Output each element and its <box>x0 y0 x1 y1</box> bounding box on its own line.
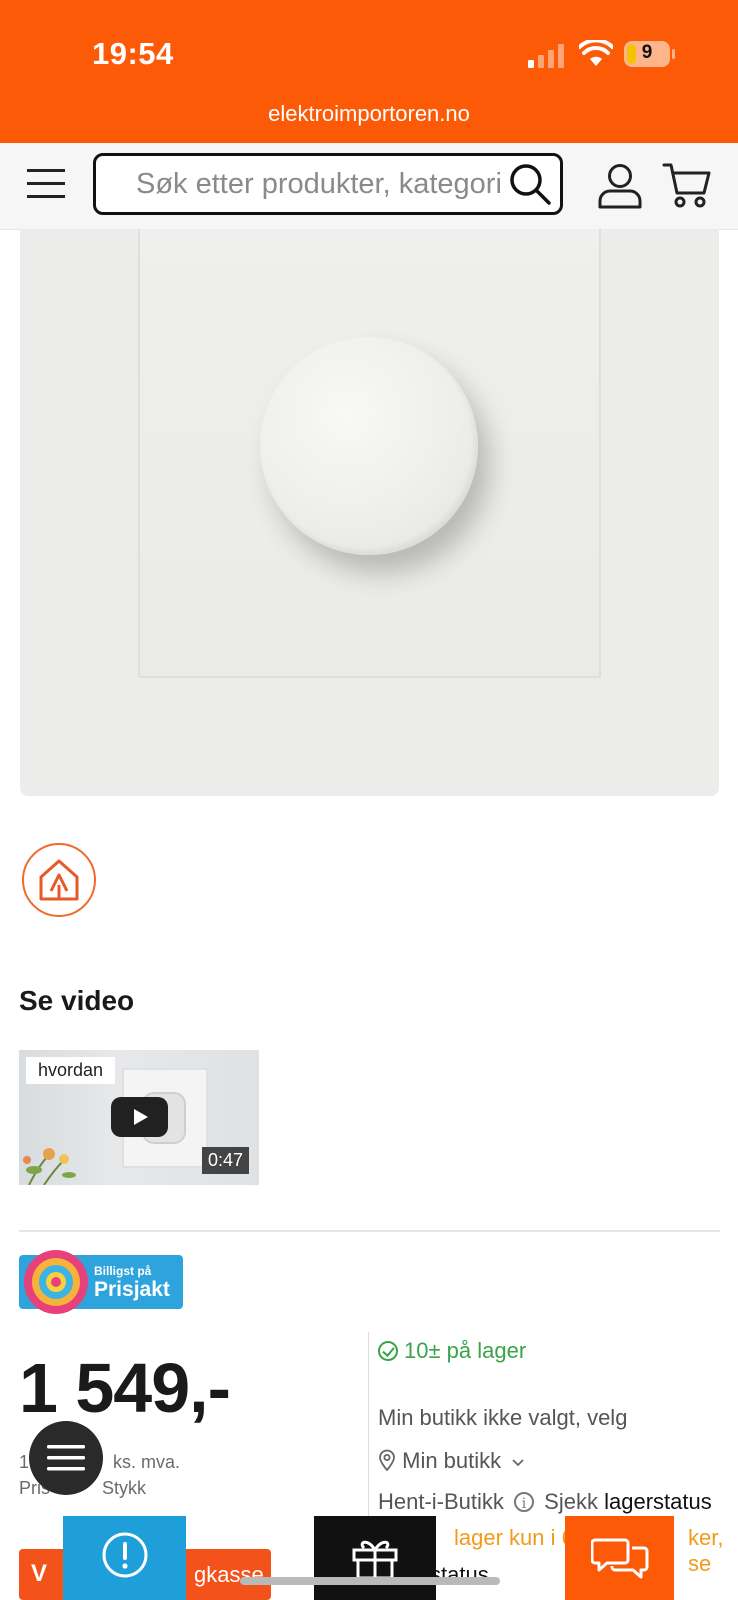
product-price: 1 549,- <box>19 1349 231 1427</box>
section-divider <box>19 1230 720 1232</box>
vat-text: ks. mva. <box>113 1452 181 1472</box>
my-store-selector[interactable]: Min butikk <box>378 1448 525 1474</box>
floating-menu-button[interactable] <box>29 1421 103 1495</box>
hamburger-icon <box>47 1445 85 1471</box>
site-header <box>0 143 738 230</box>
store-not-selected-text: Min butikk ikke valgt, velg <box>378 1405 628 1430</box>
wifi-icon <box>579 40 613 66</box>
hamburger-menu-icon[interactable] <box>27 167 65 201</box>
info-icon[interactable]: i <box>514 1492 535 1512</box>
shopping-cart-icon[interactable] <box>662 161 712 209</box>
status-time: 19:54 <box>92 36 174 71</box>
status-bar: 19:54 9 elektroimportoren.no <box>0 0 738 143</box>
chat-bubbles-icon <box>591 1538 649 1579</box>
cart-button-label-left: V <box>31 1560 48 1587</box>
chevron-down-icon <box>512 1459 524 1467</box>
prisjakt-small-text: Billigst på <box>94 1264 152 1278</box>
notice-tab-button[interactable] <box>63 1516 186 1600</box>
stock-status: 10± på lager <box>378 1338 526 1364</box>
check-label: Sjekk <box>544 1489 598 1514</box>
location-pin-icon <box>379 1449 395 1472</box>
smart-home-badge-icon[interactable] <box>22 843 96 917</box>
stock-status-link[interactable]: lagerstatus <box>604 1489 712 1514</box>
stock-status-text: 10± på lager <box>404 1338 527 1363</box>
battery-level: 9 <box>641 42 653 63</box>
unit-text: Stykk <box>102 1478 147 1498</box>
video-duration: 0:47 <box>202 1147 250 1174</box>
exclamation-circle-icon <box>102 1532 148 1578</box>
play-icon[interactable] <box>111 1097 168 1137</box>
video-thumbnail[interactable]: hvordan 0:47 <box>19 1050 259 1185</box>
pickup-in-store-row: Hent-i-Butikk i Sjekk lagerstatus <box>378 1489 712 1515</box>
limited-stock-text: lager kun i 6 <box>454 1525 574 1550</box>
flowers-decoration <box>23 1148 76 1185</box>
video-title-label: hvordan <box>26 1057 116 1084</box>
my-store-label: Min butikk <box>402 1448 502 1473</box>
search-input[interactable] <box>96 156 506 212</box>
prisjakt-logo-icon <box>24 1250 88 1314</box>
vat-leading: 1 <box>19 1452 30 1472</box>
product-image[interactable] <box>20 229 719 796</box>
cellular-signal-icon <box>528 44 564 68</box>
prisjakt-big-text: Prisjakt <box>94 1278 170 1301</box>
gift-tab-button[interactable] <box>314 1516 436 1600</box>
check-circle-icon <box>378 1341 398 1361</box>
search-box <box>93 153 563 215</box>
limited-stock-text-tail: ker, se <box>688 1525 724 1576</box>
gift-icon <box>352 1540 398 1580</box>
battery-icon: 9 <box>624 41 676 67</box>
dimmer-knob <box>260 337 478 555</box>
search-icon[interactable] <box>508 162 552 206</box>
video-section-heading: Se video <box>19 985 135 1016</box>
prisjakt-badge[interactable]: Billigst på Prisjakt <box>19 1250 183 1314</box>
address-bar-url[interactable]: elektroimportoren.no <box>0 101 738 127</box>
pickup-label: Hent-i-Butikk <box>378 1489 504 1514</box>
user-account-icon[interactable] <box>598 163 642 209</box>
home-indicator[interactable] <box>240 1577 500 1585</box>
chat-tab-button[interactable] <box>565 1516 674 1600</box>
